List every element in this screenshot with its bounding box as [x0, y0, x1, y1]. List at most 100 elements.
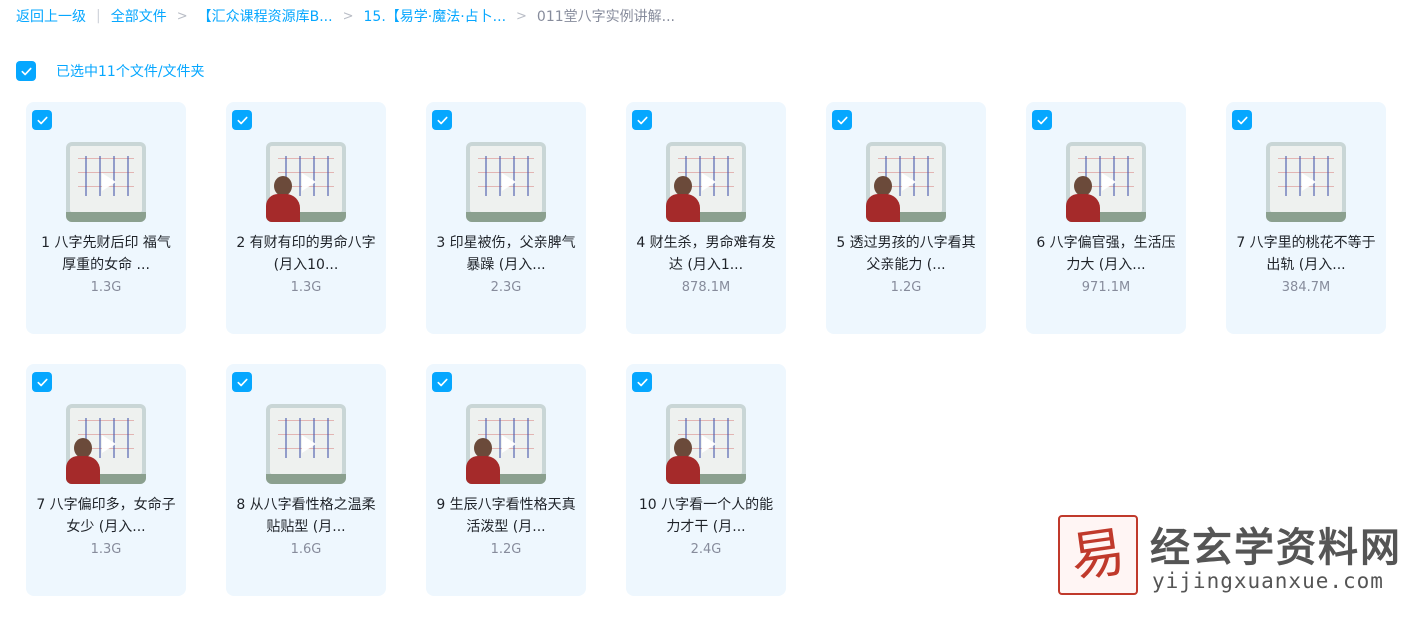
file-checkbox[interactable] [632, 372, 652, 392]
file-card[interactable]: 4 财生杀，男命难有发达 (月入1... 878.1M [626, 102, 786, 334]
check-icon [236, 378, 248, 386]
file-card[interactable]: 1 八字先财后印 福气厚重的女命 ... 1.3G [26, 102, 186, 334]
presenter-image [666, 176, 700, 222]
file-card[interactable]: 5 透过男孩的八字看其父亲能力 (... 1.2G [826, 102, 986, 334]
play-icon [102, 435, 116, 453]
file-size: 2.3G [490, 280, 522, 295]
selection-count-label: 已选中11个文件/文件夹 [56, 64, 205, 80]
video-thumbnail[interactable] [266, 142, 346, 222]
file-name[interactable]: 9 生辰八字看性格天真活泼型 (月... [436, 494, 576, 538]
play-icon [502, 173, 516, 191]
file-checkbox[interactable] [832, 110, 852, 130]
presenter-image [1066, 176, 1100, 222]
file-checkbox[interactable] [232, 110, 252, 130]
watermark-title: 经玄学资料网 [1150, 525, 1402, 571]
file-size: 1.3G [90, 542, 122, 557]
video-thumbnail[interactable] [466, 142, 546, 222]
video-thumbnail[interactable] [66, 404, 146, 484]
file-name[interactable]: 4 财生杀，男命难有发达 (月入1... [636, 232, 776, 276]
file-name[interactable]: 5 透过男孩的八字看其父亲能力 (... [836, 232, 976, 276]
video-thumbnail[interactable] [666, 404, 746, 484]
file-card[interactable]: 2 有财有印的男命八字 (月入10... 1.3G [226, 102, 386, 334]
file-name[interactable]: 7 八字偏印多，女命子女少 (月入... [36, 494, 176, 538]
file-checkbox[interactable] [32, 372, 52, 392]
file-card[interactable]: 7 八字偏印多，女命子女少 (月入... 1.3G [26, 364, 186, 596]
file-checkbox[interactable] [632, 110, 652, 130]
video-thumbnail[interactable] [266, 404, 346, 484]
chevron-right-icon: > [516, 8, 527, 24]
check-icon [1036, 116, 1048, 124]
breadcrumb: 返回上一级 | 全部文件 > 【汇众课程资源库B... > 15.【易学·魔法·… [16, 6, 675, 26]
file-name[interactable]: 1 八字先财后印 福气厚重的女命 ... [36, 232, 176, 276]
file-size: 1.6G [290, 542, 322, 557]
check-icon [236, 116, 248, 124]
file-name[interactable]: 10 八字看一个人的能力才干 (月... [636, 494, 776, 538]
presenter-image [466, 438, 500, 484]
file-card[interactable]: 8 从八字看性格之温柔贴贴型 (月... 1.6G [226, 364, 386, 596]
play-icon [1302, 173, 1316, 191]
check-icon [36, 378, 48, 386]
file-size: 2.4G [690, 542, 722, 557]
file-name[interactable]: 2 有财有印的男命八字 (月入10... [236, 232, 376, 276]
file-size: 971.1M [1081, 280, 1131, 295]
file-card[interactable]: 7 八字里的桃花不等于出轨 (月入... 384.7M [1226, 102, 1386, 334]
watermark: 易 经玄学资料网 yijingxuanxue.com [1058, 515, 1400, 597]
file-checkbox[interactable] [1032, 110, 1052, 130]
file-name[interactable]: 6 八字偏官强，生活压力大 (月入... [1036, 232, 1176, 276]
check-icon [636, 378, 648, 386]
video-thumbnail[interactable] [66, 142, 146, 222]
back-link[interactable]: 返回上一级 [16, 6, 86, 26]
presenter-image [266, 176, 300, 222]
file-size: 1.2G [890, 280, 922, 295]
video-thumbnail[interactable] [1266, 142, 1346, 222]
play-icon [302, 435, 316, 453]
check-icon [436, 378, 448, 386]
check-icon [636, 116, 648, 124]
file-name[interactable]: 7 八字里的桃花不等于出轨 (月入... [1236, 232, 1376, 276]
file-size: 1.3G [290, 280, 322, 295]
file-size: 384.7M [1281, 280, 1331, 295]
play-icon [102, 173, 116, 191]
file-card[interactable]: 9 生辰八字看性格天真活泼型 (月... 1.2G [426, 364, 586, 596]
check-icon [36, 116, 48, 124]
breadcrumb-item-library[interactable]: 【汇众课程资源库B... [198, 6, 333, 26]
breadcrumb-item-all-files[interactable]: 全部文件 [111, 6, 167, 26]
breadcrumb-item-current: 011堂八字实例讲解... [536, 9, 675, 25]
video-thumbnail[interactable] [466, 404, 546, 484]
play-icon [302, 173, 316, 191]
watermark-logo: 易 [1058, 515, 1138, 595]
breadcrumb-item-folder[interactable]: 15.【易学·魔法·占卜... [364, 6, 507, 26]
file-checkbox[interactable] [432, 110, 452, 130]
presenter-image [66, 438, 100, 484]
file-checkbox[interactable] [1232, 110, 1252, 130]
presenter-image [866, 176, 900, 222]
file-checkbox[interactable] [32, 110, 52, 130]
play-icon [702, 173, 716, 191]
check-icon [836, 116, 848, 124]
check-icon [20, 67, 32, 75]
breadcrumb-divider: | [96, 8, 101, 24]
file-card[interactable]: 10 八字看一个人的能力才干 (月... 2.4G [626, 364, 786, 596]
chevron-right-icon: > [176, 8, 188, 24]
play-icon [502, 435, 516, 453]
watermark-url: yijingxuanxue.com [1152, 569, 1384, 593]
video-thumbnail[interactable] [1066, 142, 1146, 222]
select-all-checkbox[interactable] [16, 61, 36, 81]
file-size: 1.2G [490, 542, 522, 557]
play-icon [702, 435, 716, 453]
chevron-right-icon: > [342, 8, 354, 24]
check-icon [436, 116, 448, 124]
video-thumbnail[interactable] [866, 142, 946, 222]
file-size: 878.1M [681, 280, 731, 295]
file-checkbox[interactable] [432, 372, 452, 392]
file-checkbox[interactable] [232, 372, 252, 392]
file-name[interactable]: 3 印星被伤，父亲脾气暴躁 (月入... [436, 232, 576, 276]
play-icon [902, 173, 916, 191]
file-name[interactable]: 8 从八字看性格之温柔贴贴型 (月... [236, 494, 376, 538]
select-all-bar: 已选中11个文件/文件夹 [16, 61, 205, 81]
file-card[interactable]: 3 印星被伤，父亲脾气暴躁 (月入... 2.3G [426, 102, 586, 334]
check-icon [1236, 116, 1248, 124]
file-card[interactable]: 6 八字偏官强，生活压力大 (月入... 971.1M [1026, 102, 1186, 334]
presenter-image [666, 438, 700, 484]
video-thumbnail[interactable] [666, 142, 746, 222]
